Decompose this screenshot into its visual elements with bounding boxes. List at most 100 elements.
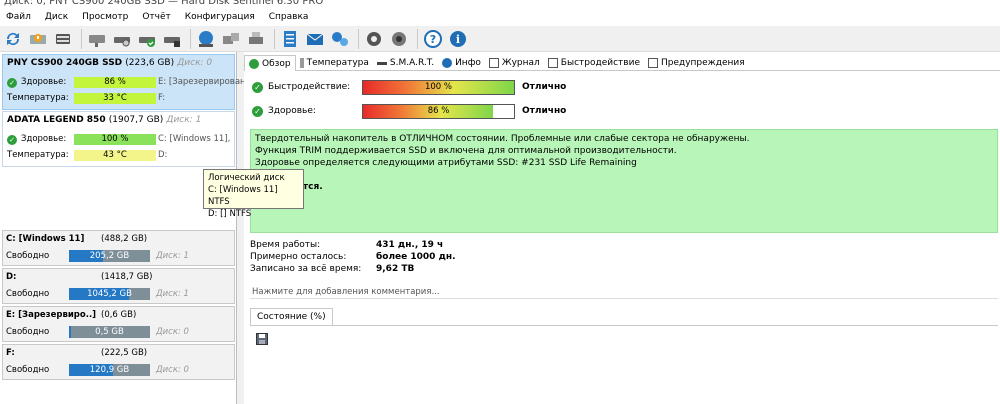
notepad-icon: [284, 30, 296, 47]
refresh-icon: [6, 32, 20, 45]
tab-label: Температура: [306, 58, 369, 68]
settings-button[interactable]: [363, 28, 385, 50]
tab-smart[interactable]: S.M.A.R.T.: [373, 55, 438, 71]
disk-warning-icon: [30, 33, 46, 44]
disk-name: ADATA LEGEND 850: [7, 115, 106, 125]
temp-value: 43 °C: [74, 150, 156, 161]
performance-bar: 100 %: [362, 80, 515, 95]
drive-test-button[interactable]: [111, 28, 133, 50]
volume-text: E: [Зарезервирован: [158, 77, 246, 87]
details-panel: Обзор Температура S.M.A.R.T. Инфо Журнал…: [244, 52, 1000, 404]
description-line: Функция TRIM поддерживается SSD и включе…: [255, 146, 677, 156]
check-icon: ✓: [252, 82, 263, 93]
stat-key: Примерно осталось:: [250, 252, 347, 262]
volume-item-d[interactable]: D: (1418,7 GB) Свободно 1045,2 GB Диск: …: [2, 268, 235, 304]
network-icon: [332, 31, 348, 46]
description-line: Твердотельный накопитель в ОТЛИЧНОМ сост…: [255, 134, 750, 144]
disk-refresh-button[interactable]: [27, 28, 49, 50]
drive-tool-button[interactable]: [161, 28, 183, 50]
toolbar-separator: [358, 28, 359, 49]
tab-overview[interactable]: Обзор: [244, 55, 296, 71]
help-button[interactable]: ?: [422, 28, 444, 50]
divider: [250, 325, 998, 326]
toolbar-separator: [274, 28, 275, 49]
save-icon[interactable]: [256, 333, 268, 345]
gear-icon: [367, 31, 381, 46]
free-space-fill: [69, 326, 72, 338]
free-space-value: 0,5 GB: [95, 327, 124, 337]
performance-value: 100 %: [424, 82, 452, 92]
tab-performance[interactable]: Быстродействие: [544, 55, 644, 71]
stat-value: более 1000 дн.: [376, 252, 456, 262]
health-label: Здоровье:: [21, 77, 67, 87]
server-button[interactable]: [220, 28, 242, 50]
disk-header: ADATA LEGEND 850 (1907,7 GB) Диск: 1: [7, 115, 230, 125]
info-icon: i: [450, 30, 466, 47]
disk-list-panel: PNY CS900 240GB SSD (223,6 GB) Диск: 0 ✓…: [0, 52, 246, 404]
tab-warnings[interactable]: Предупреждения: [644, 55, 749, 71]
disk-temp-row: Температура: 33 °C F:: [7, 93, 232, 105]
tab-label: Обзор: [262, 58, 291, 69]
printer-icon: [249, 31, 263, 44]
disk-temp-row: Температура: 43 °C D:: [7, 150, 232, 162]
health-result: Отлично: [522, 106, 567, 116]
volume-item-c[interactable]: C: [Windows 11] (488,2 GB) Свободно 205,…: [2, 230, 235, 266]
tab-temperature[interactable]: Температура: [296, 55, 373, 71]
print-button[interactable]: [245, 28, 267, 50]
disk-item-0[interactable]: PNY CS900 240GB SSD (223,6 GB) Диск: 0 ✓…: [2, 54, 246, 110]
volume-title: F:: [6, 348, 15, 358]
tab-label: Предупреждения: [660, 58, 745, 68]
menu-bar: Файл Диск Просмотр Отчёт Конфигурация Сп…: [0, 8, 1000, 26]
menu-report[interactable]: Отчёт: [136, 12, 178, 22]
menu-disk[interactable]: Диск: [39, 12, 76, 22]
status-description: Твердотельный накопитель в ОТЛИЧНОМ сост…: [250, 129, 998, 233]
menu-help[interactable]: Справка: [263, 12, 317, 22]
stat-value: 431 дн., 19 ч: [376, 240, 444, 250]
toolbar-separator: [81, 28, 82, 49]
menu-config[interactable]: Конфигурация: [179, 12, 263, 22]
menu-view[interactable]: Просмотр: [76, 12, 136, 22]
volume-size: (488,2 GB): [101, 234, 148, 244]
info-button[interactable]: i: [447, 28, 469, 50]
description-line: е требуются.: [255, 181, 993, 193]
email-button[interactable]: [304, 28, 326, 50]
surface-test-button[interactable]: [86, 28, 108, 50]
sound-button[interactable]: [388, 28, 410, 50]
help-icon: ?: [424, 29, 442, 48]
volume-item-f[interactable]: F: (222,5 GB) Свободно 120,9 GB Диск: 0: [2, 344, 235, 380]
report-button[interactable]: [52, 28, 74, 50]
network-button[interactable]: [195, 28, 217, 50]
check-icon: ✓: [252, 106, 263, 117]
health-value: 100 %: [74, 134, 156, 145]
tab-label: Быстродействие: [560, 58, 640, 68]
disk-size: (1907,7 GB): [108, 115, 164, 125]
free-space-value: 120,9 GB: [89, 365, 130, 375]
message-button[interactable]: [329, 28, 351, 50]
menu-file[interactable]: Файл: [0, 12, 39, 22]
tab-status-percent[interactable]: Состояние (%): [250, 308, 333, 325]
tab-log[interactable]: Журнал: [485, 55, 544, 71]
free-space-bar: 120,9 GB: [69, 364, 150, 376]
volume-item-e[interactable]: E: [Зарезервиро..] (0,6 GB) Свободно 0,5…: [2, 306, 235, 342]
disk-header: PNY CS900 240GB SSD (223,6 GB) Диск: 0: [7, 58, 230, 68]
comment-field[interactable]: Нажмите для добавления комментария...: [250, 284, 998, 299]
free-label: Свободно: [6, 365, 50, 375]
free-space-bar: 1045,2 GB: [69, 288, 150, 300]
disk-number: Диск: 1: [166, 115, 202, 125]
volume-size: (222,5 GB): [101, 348, 148, 358]
info-icon: [442, 58, 453, 68]
volume-disk: Диск: 1: [156, 289, 189, 299]
free-space-bar: 205,2 GB: [69, 250, 150, 262]
notes-button[interactable]: [279, 28, 301, 50]
refresh-button[interactable]: [2, 28, 24, 50]
temp-value: 33 °C: [74, 93, 156, 104]
disk-item-1[interactable]: ADATA LEGEND 850 (1907,7 GB) Диск: 1 ✓ З…: [2, 111, 235, 167]
tab-info[interactable]: Инфо: [438, 55, 485, 71]
health-label: Здоровье:: [268, 106, 316, 116]
svg-text:?: ?: [430, 33, 436, 46]
toolbar-separator: [417, 28, 418, 49]
performance-label: Быстродействие:: [268, 82, 351, 92]
health-label: Здоровье:: [21, 134, 67, 144]
volume-disk: Диск: 0: [156, 327, 189, 337]
drive-check-button[interactable]: [136, 28, 158, 50]
